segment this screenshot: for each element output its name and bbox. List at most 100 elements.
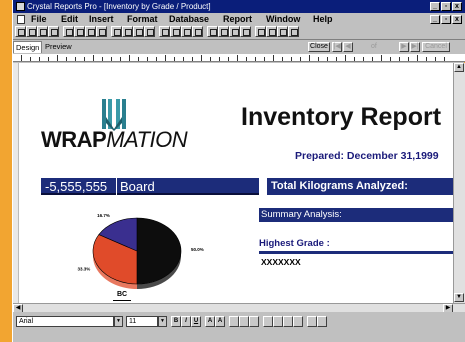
insert-picture-icon[interactable]	[218, 26, 229, 37]
menu-report[interactable]: Report	[223, 13, 252, 25]
doc-close-button[interactable]: x	[452, 15, 462, 24]
tab-preview[interactable]: Preview	[43, 41, 74, 53]
insert-group-icon[interactable]	[207, 26, 218, 37]
close-window-button[interactable]: x	[452, 2, 462, 11]
decimal-increase-icon[interactable]	[293, 316, 303, 327]
new-icon[interactable]	[15, 26, 26, 37]
menu-insert[interactable]: Insert	[89, 13, 114, 25]
menu-edit[interactable]: Edit	[61, 13, 78, 25]
ruler-tick	[408, 57, 409, 61]
maximize-button[interactable]: ▫	[441, 2, 451, 11]
align-center-icon[interactable]	[239, 316, 249, 327]
font-size-select[interactable]: 11	[126, 316, 158, 327]
binoculars-icon[interactable]	[144, 26, 155, 37]
report-preview-canvas[interactable]: WRAPMATION Inventory Report Prepared: De…	[13, 63, 453, 303]
font-name-select[interactable]: Arial	[16, 316, 114, 327]
menu-database[interactable]: Database	[169, 13, 209, 25]
align-left-icon[interactable]	[229, 316, 239, 327]
align-right-icon[interactable]	[249, 316, 259, 327]
format-section-icon[interactable]	[277, 26, 288, 37]
next-page-button[interactable]: ▶	[399, 42, 409, 52]
ruler-tick	[237, 55, 238, 61]
menu-format[interactable]: Format	[127, 13, 158, 25]
pie-slice-a[interactable]	[136, 217, 182, 285]
pie-data-label: 16.7%	[97, 213, 110, 218]
ruler-tick	[300, 57, 301, 61]
undo-icon[interactable]	[111, 26, 122, 37]
insert-text-icon[interactable]	[170, 26, 181, 37]
ruler-tick	[138, 57, 139, 61]
crystal-reports-window: Crystal Reports Pro - [Inventory by Grad…	[12, 0, 465, 342]
save-icon[interactable]	[37, 26, 48, 37]
highest-grade-rule	[259, 251, 453, 254]
font-size-dropdown-icon[interactable]: ▼	[158, 316, 167, 327]
format-painter-icon[interactable]	[317, 316, 327, 327]
pie-data-label: 33.3%	[77, 267, 90, 272]
group-header-bar[interactable]: -5,555,555 Board	[41, 178, 259, 195]
underline-button[interactable]: U	[191, 316, 201, 327]
highest-grade-value[interactable]: XXXXXXX	[261, 257, 301, 267]
minimize-button[interactable]: _	[430, 2, 440, 11]
sort-icon[interactable]	[255, 26, 266, 37]
text-format-button[interactable]: A	[215, 316, 225, 327]
board-field[interactable]: Board	[116, 178, 155, 195]
insert-chart-icon[interactable]	[229, 26, 240, 37]
cancel-button[interactable]: Cancel	[422, 42, 450, 52]
number-field[interactable]: -5,555,555	[45, 179, 107, 194]
horizontal-scrollbar[interactable]: ◀ ▶	[13, 303, 465, 313]
insert-summary-icon[interactable]	[192, 26, 203, 37]
summary-analysis-bar[interactable]: Summary Analysis:	[259, 208, 453, 222]
open-icon[interactable]	[26, 26, 37, 37]
refresh-icon[interactable]	[96, 26, 107, 37]
find-icon[interactable]	[133, 26, 144, 37]
ruler-tick	[21, 55, 22, 61]
mail-icon[interactable]	[85, 26, 96, 37]
font-color-button[interactable]: A	[205, 316, 215, 327]
document-icon[interactable]	[17, 15, 25, 24]
ruler-tick	[48, 57, 49, 61]
ruler-tick	[156, 57, 157, 61]
ruler-tick	[93, 55, 94, 61]
pie-category-label: BC	[117, 291, 128, 298]
currency-icon[interactable]	[263, 316, 273, 327]
doc-minimize-button[interactable]: _	[430, 15, 440, 24]
horizontal-ruler[interactable]	[13, 54, 465, 62]
scroll-up-button[interactable]: ▲	[454, 63, 464, 72]
standard-toolbar	[13, 25, 465, 39]
pie-chart[interactable]: 50.0% 33.3% 16.7%	[53, 211, 233, 303]
font-name-dropdown-icon[interactable]: ▼	[114, 316, 123, 327]
app-icon[interactable]	[16, 2, 25, 11]
menu-window[interactable]: Window	[266, 13, 300, 25]
select-records-icon[interactable]	[266, 26, 277, 37]
export-icon[interactable]	[74, 26, 85, 37]
first-page-button[interactable]: |◀	[332, 42, 342, 52]
ruler-tick	[282, 57, 283, 61]
italic-button[interactable]: I	[181, 316, 191, 327]
insert-formula-icon[interactable]	[181, 26, 192, 37]
insert-line-icon[interactable]	[240, 26, 251, 37]
close-preview-button[interactable]: Close	[308, 42, 330, 52]
decimal-decrease-icon[interactable]	[307, 316, 317, 327]
tab-design[interactable]: Design	[13, 41, 43, 53]
menu-help[interactable]: Help	[313, 13, 333, 25]
ruler-tick	[336, 57, 337, 61]
menu-file[interactable]: File	[31, 13, 47, 25]
ruler-tick	[255, 57, 256, 61]
title-bar[interactable]: Crystal Reports Pro - [Inventory by Grad…	[13, 0, 465, 13]
ruler-tick	[57, 55, 58, 61]
last-page-button[interactable]: ▶|	[410, 42, 420, 52]
scroll-down-button[interactable]: ▼	[454, 293, 464, 302]
insert-database-field-icon[interactable]	[159, 26, 170, 37]
prev-page-button[interactable]: ◀	[343, 42, 353, 52]
print-preview-icon[interactable]	[63, 26, 74, 37]
bold-button[interactable]: B	[171, 316, 181, 327]
print-icon[interactable]	[48, 26, 59, 37]
ruler-tick	[417, 55, 418, 61]
help-icon[interactable]	[288, 26, 299, 37]
vertical-scrollbar[interactable]: ▲ ▼	[453, 63, 465, 303]
thousands-icon[interactable]	[273, 316, 283, 327]
zoom-icon[interactable]	[122, 26, 133, 37]
doc-maximize-button[interactable]: ▫	[441, 15, 451, 24]
percent-icon[interactable]	[283, 316, 293, 327]
total-kg-bar[interactable]: Total Kilograms Analyzed:	[267, 178, 453, 195]
